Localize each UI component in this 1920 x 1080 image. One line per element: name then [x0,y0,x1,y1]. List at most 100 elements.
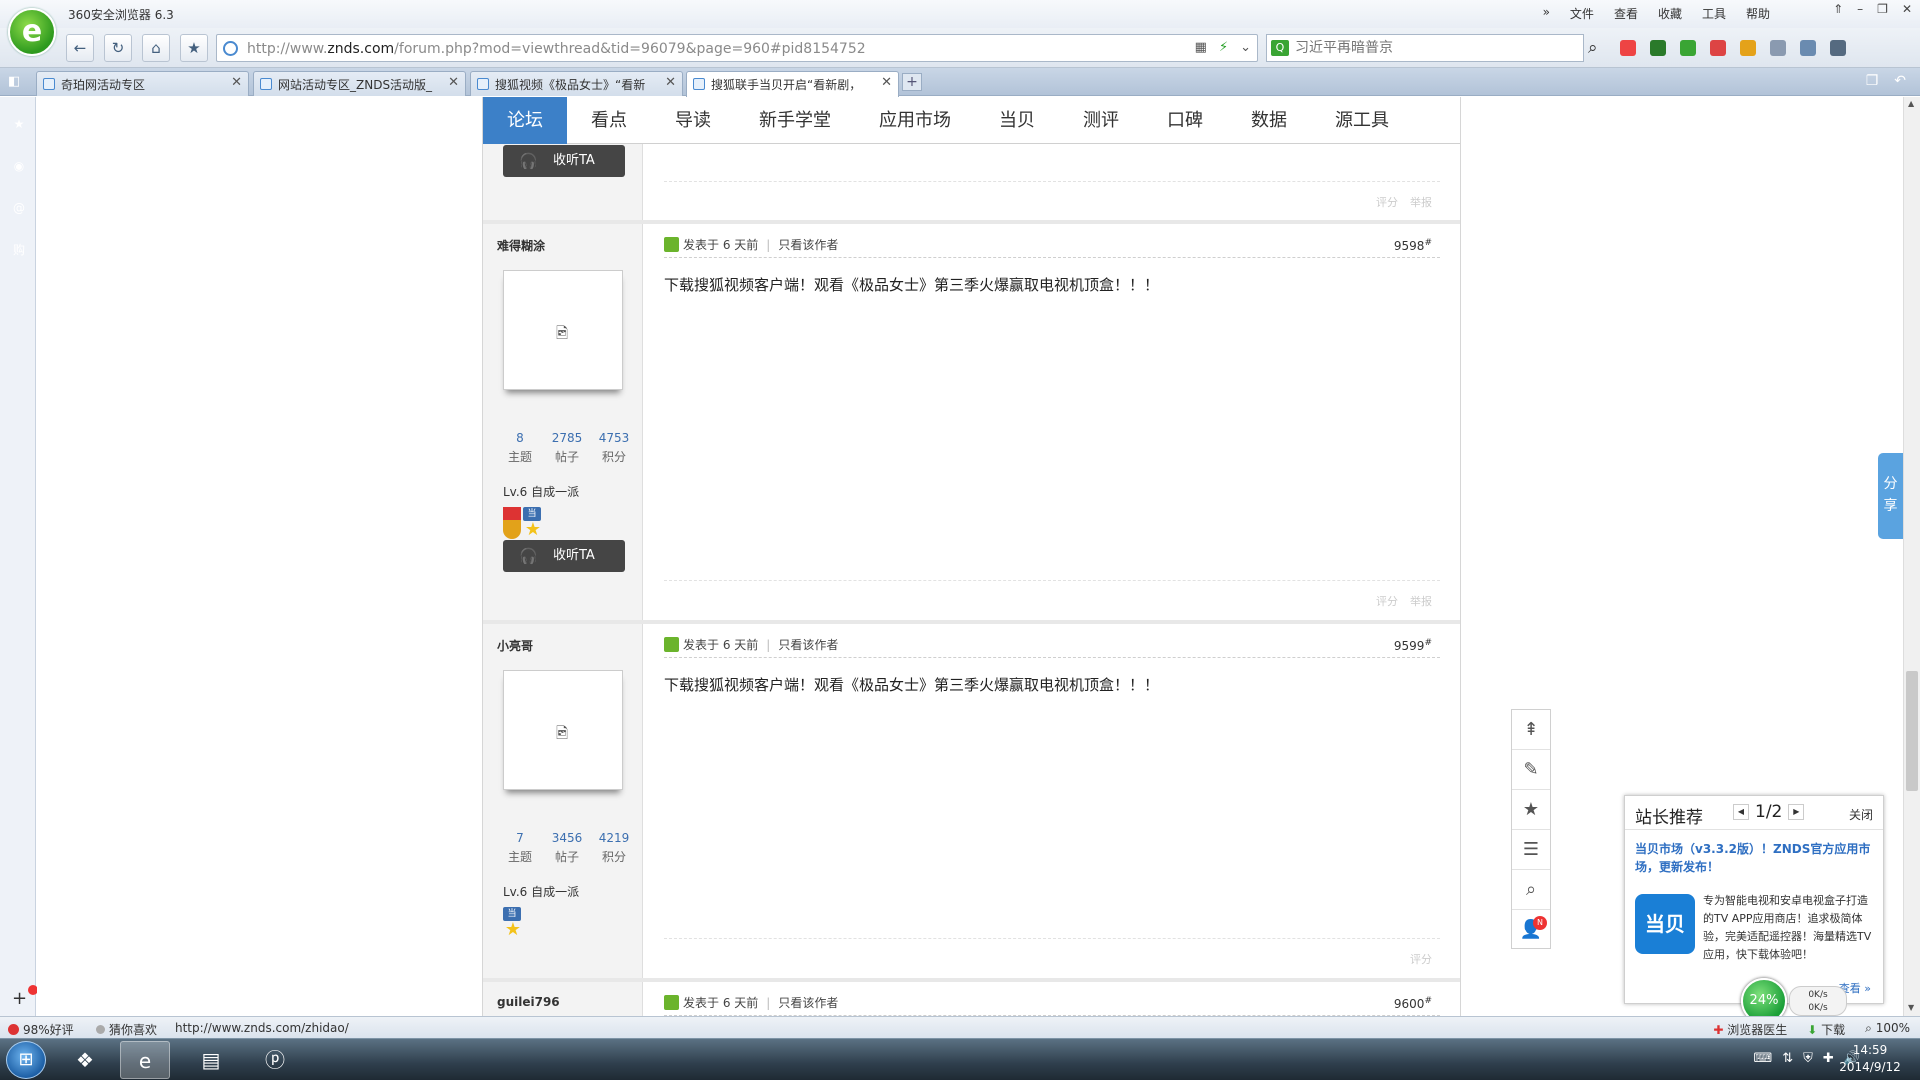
security-icon[interactable] [1680,40,1696,56]
rate-link[interactable]: 评分 [1410,951,1432,967]
undo-close-icon[interactable]: ↶ [1894,73,1906,89]
close-recommend-button[interactable]: 关闭 [1849,806,1873,823]
close-tab-icon[interactable]: ✕ [231,75,242,90]
taskbar-app-explorer-icon[interactable]: ▤ [186,1041,236,1079]
add-sidebar-item-button[interactable]: + [12,988,27,1009]
stat-points[interactable]: 4753 积分 [591,431,637,465]
dropdown-icon[interactable]: ⌄ [1240,40,1251,55]
skin-button[interactable]: ⇑ [1833,2,1843,16]
guess-like[interactable]: 猜你喜欢 [96,1021,157,1038]
share-tab[interactable]: 分享 [1878,453,1903,539]
medal-icon[interactable] [503,507,521,539]
search-button[interactable]: ⌕ [1588,38,1598,58]
video-icon[interactable] [1650,40,1666,56]
author-name[interactable]: 小亮哥 [497,637,533,654]
tab-1[interactable]: 奇珀网活动专区 ✕ [36,71,249,96]
new-tab-button[interactable]: + [902,73,922,91]
taskbar-app-windows-icon[interactable]: ❖ [60,1041,110,1079]
network-icon[interactable]: ⇅ [1782,1051,1793,1066]
medal-star-icon[interactable]: 当 ★ [523,507,543,539]
rate-link[interactable]: 评分 [1376,194,1398,210]
tab-4-active[interactable]: 搜狐联手当贝开启“看新剧， ✕ [686,71,899,97]
nav-source-tools[interactable]: 源工具 [1311,97,1413,144]
speed-mode-icon[interactable]: ⚡ [1219,40,1228,55]
zoom-level[interactable]: ⌕ 100% [1865,1021,1910,1038]
tab-list-icon[interactable]: ◧ [8,74,20,89]
author-name[interactable]: 难得糊涂 [497,237,545,254]
nav-guide[interactable]: 导读 [651,97,735,144]
stat-points[interactable]: 4219 积分 [591,831,637,865]
nav-review[interactable]: 测评 [1059,97,1143,144]
shopping-icon[interactable]: 购 [7,238,31,262]
rating-indicator[interactable]: 98%好评 [8,1021,74,1038]
author-name[interactable]: guilei796 [497,995,560,1009]
stat-posts[interactable]: 2785 帖子 [544,431,590,465]
scroll-down-icon[interactable]: ▼ [1908,1003,1914,1012]
avatar[interactable]: 🖻 [503,670,623,790]
qrcode-icon[interactable]: ▦ [1195,40,1207,55]
rate-link[interactable]: 评分 [1376,593,1398,609]
medal-star-icon[interactable]: 当 ★ [503,907,523,939]
search-icon[interactable]: ⌕ [1512,870,1550,910]
close-window-button[interactable]: ✕ [1902,2,1912,16]
back-to-top-icon[interactable]: ⇞ [1512,710,1550,750]
weibo-icon[interactable]: ◉ [7,154,31,178]
phone-icon[interactable] [1830,40,1846,56]
clock[interactable]: 14:59 2014/9/12 [1830,1042,1910,1076]
close-tab-icon[interactable]: ✕ [665,75,676,90]
menu-tools[interactable]: 工具 [1702,5,1726,22]
scroll-up-icon[interactable]: ▲ [1908,99,1914,108]
tab-3[interactable]: 搜狐视频《极品女士》“看新 ✕ [470,71,683,96]
only-author-link[interactable]: 只看该作者 [778,638,838,652]
menu-favorites[interactable]: 收藏 [1658,5,1682,22]
email-icon[interactable]: @ [7,196,31,220]
menu-view[interactable]: 查看 [1614,5,1638,22]
nav-newbie[interactable]: 新手学堂 [735,97,855,144]
site-info-icon[interactable] [223,41,238,56]
home-button[interactable]: ⌂ [142,34,170,62]
only-author-link[interactable]: 只看该作者 [778,996,838,1010]
favorites-star-icon[interactable]: ★ [7,112,31,136]
search-input[interactable] [1295,35,1545,61]
speed-percent[interactable]: 24% [1741,978,1787,1016]
menu-file[interactable]: 文件 [1570,5,1594,22]
dangbei-logo[interactable]: 当贝 [1635,894,1695,954]
reply-icon[interactable]: ✎ [1512,750,1550,790]
user-level[interactable]: Lv.6 自成一派 [503,883,579,900]
start-button[interactable]: ⊞ [6,1041,46,1079]
user-icon[interactable]: 👤 N [1512,910,1550,950]
list-icon[interactable]: ☰ [1512,830,1550,870]
address-bar[interactable]: http://www.znds.com/forum.php?mod=viewth… [216,34,1258,62]
stat-threads[interactable]: 8 主题 [497,431,543,465]
floor-number[interactable]: 9600# [1394,996,1432,1011]
user-level[interactable]: Lv.6 自成一派 [503,483,579,500]
nav-highlights[interactable]: 看点 [567,97,651,144]
refresh-button[interactable]: ↻ [104,34,132,62]
report-link[interactable]: 举报 [1410,194,1432,210]
stat-threads[interactable]: 7 主题 [497,831,543,865]
nav-reputation[interactable]: 口碑 [1143,97,1227,144]
nav-data[interactable]: 数据 [1227,97,1311,144]
translate-icon[interactable] [1710,40,1726,56]
close-tab-icon[interactable]: ✕ [881,75,892,90]
screenshot-icon[interactable] [1740,40,1756,56]
browser-doctor[interactable]: ✚ 浏览器医生 [1713,1021,1787,1038]
maximize-button[interactable]: ❐ [1877,2,1888,16]
floor-number[interactable]: 9599# [1394,638,1432,653]
scroll-thumb[interactable] [1906,671,1918,791]
avatar[interactable]: 🖻 [503,270,623,390]
menu-expand[interactable]: » [1543,5,1550,22]
report-link[interactable]: 举报 [1410,593,1432,609]
favorite-button[interactable]: ★ [180,34,208,62]
taskbar-app-player-icon[interactable]: ⓟ [250,1041,300,1079]
close-tab-icon[interactable]: ✕ [448,75,459,90]
menu-help[interactable]: 帮助 [1746,5,1770,22]
nav-forum[interactable]: 论坛 [483,97,567,144]
search-engine-icon[interactable]: Q [1271,40,1289,56]
only-author-link[interactable]: 只看该作者 [778,238,838,252]
floor-number[interactable]: 9598# [1394,238,1432,253]
url-text[interactable]: http://www.znds.com/forum.php?mod=viewth… [247,41,866,57]
follow-button[interactable]: 🎧 收听TA [503,540,625,572]
taskbar-app-360-browser-icon[interactable]: e [120,1041,170,1079]
minimize-button[interactable]: – [1857,2,1863,16]
